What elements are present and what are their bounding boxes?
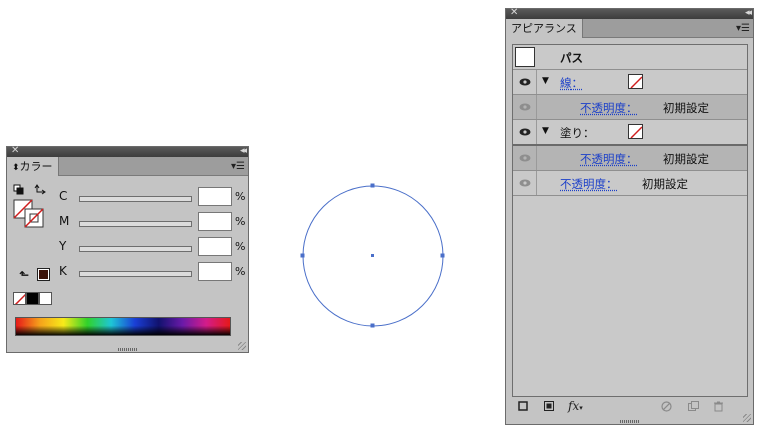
slider-cyan: C % [57,187,247,207]
slider-label: C [59,189,68,203]
eye-icon[interactable] [519,126,531,138]
path-thumbnail [515,47,535,67]
eye-column [513,171,537,195]
opacity-value: 初期設定 [642,177,688,191]
slider-track[interactable] [79,271,192,277]
add-new-effect-icon[interactable]: fx▾ [568,399,583,413]
slider-unit: % [235,190,246,203]
tab-appearance[interactable]: アピアランス [506,19,583,38]
eye-column [513,95,537,119]
appearance-header-row[interactable]: パス [513,45,747,70]
slider-unit: % [235,240,246,253]
color-panel-titlebar[interactable]: ✕ ◂◂ [7,144,248,158]
panel-grip[interactable] [619,420,640,423]
appearance-list: パス ▼ 線： 不透明度： 初期設定 ▼ 塗り： 不透明度： 初期設定 不透明度… [512,44,748,397]
collapse-icon[interactable]: ◂◂ [745,6,752,20]
appearance-row-fill[interactable]: ▼ 塗り： [513,120,747,145]
collapse-icon[interactable]: ◂◂ [240,144,247,158]
anchor-point[interactable] [300,253,305,258]
slider-track[interactable] [79,196,192,202]
eye-icon[interactable] [519,101,531,113]
expand-triangle-icon[interactable]: ▼ [542,126,549,136]
slider-unit: % [235,215,246,228]
appearance-row-object-opacity[interactable]: 不透明度： 初期設定 [513,171,747,196]
magenta-input[interactable] [198,212,232,231]
color-spectrum[interactable] [15,317,231,336]
appearance-panel-tabbar: アピアランス ▾☰ [506,19,753,38]
appearance-row-stroke[interactable]: ▼ 線： [513,70,747,95]
opacity-link[interactable]: 不透明度： [580,100,638,116]
delete-item-icon[interactable] [713,401,724,415]
appearance-panel: ✕ ◂◂ アピアランス ▾☰ パス ▼ 線： 不透明度： 初期設定 ▼ 塗り： … [505,6,754,425]
default-colors-icon[interactable] [13,184,24,195]
resize-handle[interactable] [743,414,751,422]
slider-track[interactable] [79,221,192,227]
eye-icon[interactable] [519,152,531,164]
out-of-gamut-icon[interactable]: ⬑ [19,268,29,282]
cyan-input[interactable] [198,187,232,206]
add-new-fill-icon[interactable] [544,401,554,414]
slider-label: K [59,264,67,278]
slider-black: K % [57,262,247,282]
expand-triangle-icon[interactable]: ▼ [542,76,549,86]
out-of-gamut-swatch[interactable] [37,268,50,281]
close-icon[interactable]: ✕ [11,144,19,158]
slider-yellow: Y % [57,237,247,257]
slider-label: Y [59,239,67,253]
white-swatch[interactable] [39,292,52,305]
tab-color[interactable]: ⬍カラー [7,157,59,176]
appearance-row-fill-opacity[interactable]: 不透明度： 初期設定 [513,144,747,171]
anchor-point[interactable] [370,183,375,188]
close-icon[interactable]: ✕ [510,6,518,20]
black-swatch[interactable] [26,292,39,305]
slider-track[interactable] [79,246,192,252]
clear-appearance-icon[interactable] [661,401,672,415]
fill-stroke-swatches [11,183,53,233]
eye-icon[interactable] [519,76,531,88]
object-type-label: パス [560,51,583,65]
slider-label: M [59,214,70,228]
color-panel-tabbar: ⬍カラー ▾☰ [7,157,248,176]
appearance-panel-titlebar[interactable]: ✕ ◂◂ [506,6,753,20]
slider-magenta: M % [57,212,247,232]
eye-column [513,70,537,94]
add-new-stroke-icon[interactable] [518,401,528,414]
opacity-link[interactable]: 不透明度： [580,151,638,167]
stroke-none-swatch[interactable] [24,208,44,228]
panel-menu-icon[interactable]: ▾☰ [736,20,750,37]
eye-column [513,120,537,144]
opacity-value: 初期設定 [663,152,709,166]
none-swatch[interactable] [13,292,26,305]
panel-grip[interactable] [117,348,138,351]
color-panel: ✕ ◂◂ ⬍カラー ▾☰ C % M % Y % K % ⬑ [6,144,249,353]
eye-column [513,146,537,170]
tab-sort-icon: ⬍ [12,163,20,173]
anchor-point[interactable] [440,253,445,258]
opacity-link[interactable]: 不透明度： [560,176,618,192]
slider-unit: % [235,265,246,278]
stroke-color-swatch[interactable] [628,74,643,89]
swap-colors-icon[interactable] [34,184,46,195]
fill-label[interactable]: 塗り： [560,125,595,141]
stroke-link[interactable]: 線： [560,75,583,91]
black-input[interactable] [198,262,232,281]
center-point [371,254,374,257]
fill-color-swatch[interactable] [628,124,643,139]
resize-handle[interactable] [238,342,246,350]
appearance-footer: fx▾ [506,397,753,419]
appearance-row-stroke-opacity[interactable]: 不透明度： 初期設定 [513,95,747,120]
opacity-value: 初期設定 [663,101,709,115]
eye-icon[interactable] [519,177,531,189]
yellow-input[interactable] [198,237,232,256]
anchor-point[interactable] [370,323,375,328]
panel-menu-icon[interactable]: ▾☰ [231,158,245,175]
duplicate-item-icon[interactable] [688,401,699,415]
selected-circle[interactable] [298,181,448,331]
